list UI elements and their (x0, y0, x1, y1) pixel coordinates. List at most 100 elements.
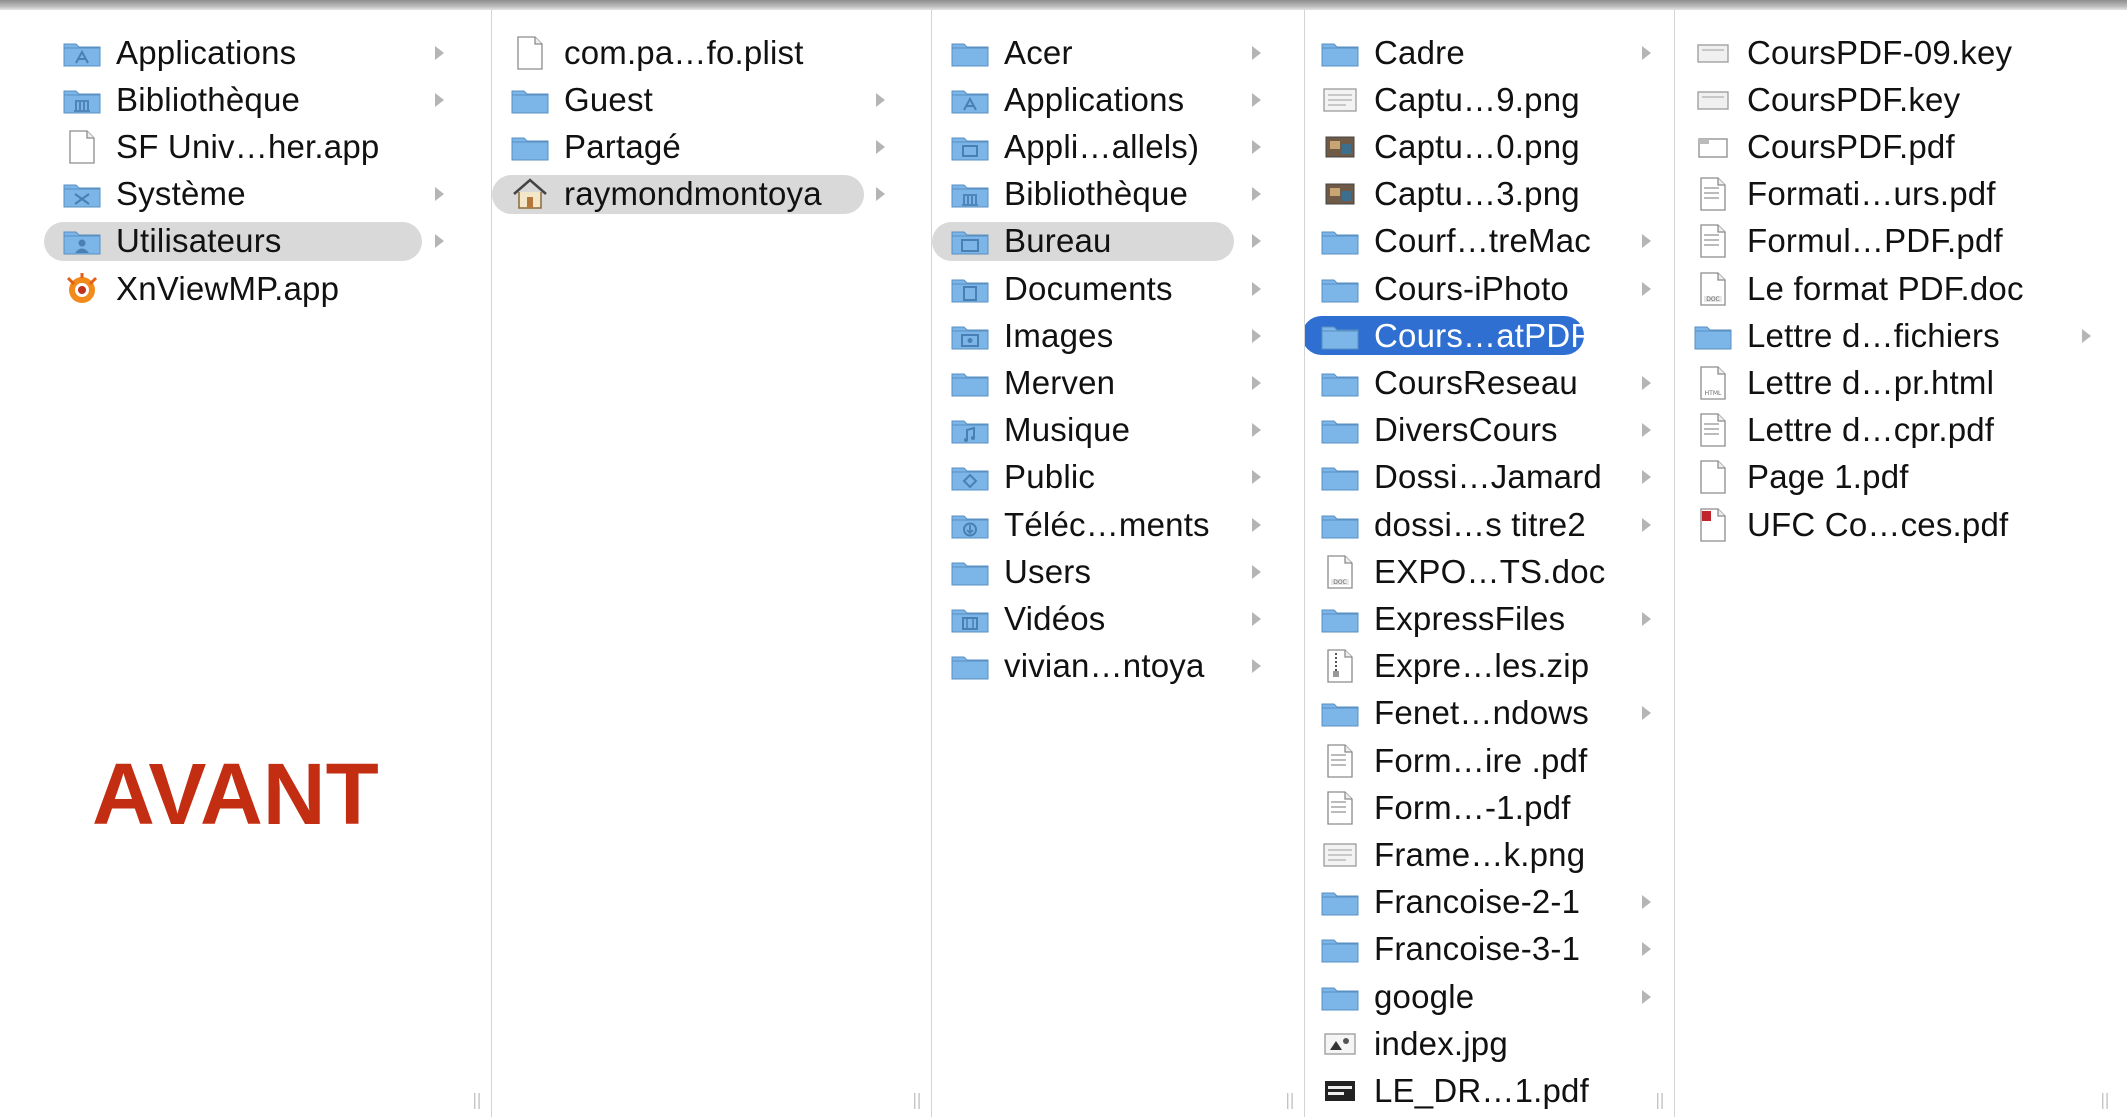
list-item[interactable]: Expre…les.zip (1305, 646, 1674, 687)
list-item[interactable]: google (1305, 976, 1674, 1017)
list-item[interactable]: dossi…s titre2 (1305, 504, 1674, 545)
list-item[interactable]: XnViewMP.app (0, 268, 491, 309)
item-label: Cadre (1374, 33, 1465, 71)
list-item[interactable]: DiversCours (1305, 410, 1674, 451)
list-item[interactable]: Bureau (932, 221, 1304, 262)
list-item[interactable]: Lettre d…cpr.pdf (1675, 410, 2127, 451)
folder-icon (1318, 886, 1362, 918)
list-item[interactable]: UFC Co…ces.pdf (1675, 504, 2127, 545)
list-item[interactable]: Formati…urs.pdf (1675, 174, 2127, 215)
list-item[interactable]: CoursPDF.key (1675, 79, 2127, 120)
folder-icon (948, 37, 992, 69)
pdf-file-icon (1691, 224, 1735, 258)
item-label: Système (116, 175, 246, 213)
pdf-file-icon (1318, 791, 1362, 825)
list-item[interactable]: Bibliothèque (0, 79, 491, 120)
item-label: Francoise-2-1 (1374, 883, 1581, 921)
item-label: Francoise-3-1 (1374, 930, 1581, 968)
folder-icon (1318, 981, 1362, 1013)
list-item[interactable]: Utilisateurs (0, 221, 491, 262)
column-utilisateurs[interactable]: com.pa…fo.plist Guest Partagé raymondmon… (492, 10, 932, 1117)
item-label: Partagé (564, 127, 681, 165)
list-item[interactable]: Captu…9.png (1305, 79, 1674, 120)
list-item[interactable]: Cadre (1305, 32, 1674, 73)
list-item[interactable]: Musique (932, 410, 1304, 451)
blank-pdf-file-icon (1691, 460, 1735, 494)
list-item[interactable]: Acer (932, 32, 1304, 73)
list-item[interactable]: Appli…allels) (932, 126, 1304, 167)
column-coursformatpdf[interactable]: CoursPDF-09.key CoursPDF.key CoursPDF.pdf … (1675, 10, 2127, 1117)
list-item[interactable]: Système (0, 174, 491, 215)
list-item[interactable]: SF Univ…her.app (0, 126, 491, 167)
list-item[interactable]: Merven (932, 362, 1304, 403)
public-folder-icon (948, 461, 992, 493)
list-item[interactable]: CoursPDF-09.key (1675, 32, 2127, 73)
item-label: CoursReseau (1374, 363, 1578, 401)
folder-icon (508, 84, 552, 116)
item-label: dossi…s titre2 (1374, 505, 1586, 543)
list-item[interactable]: DOC EXPO…TS.doc (1305, 551, 1674, 592)
pdf-preview-file-icon (1691, 131, 1735, 163)
list-item[interactable]: Bibliothèque (932, 174, 1304, 215)
list-item[interactable]: ExpressFiles (1305, 598, 1674, 639)
list-item[interactable]: Users (932, 551, 1304, 592)
folder-icon (1318, 933, 1362, 965)
folder-icon (1318, 37, 1362, 69)
column-home[interactable]: Acer Applications Appli…allels) Biblioth… (932, 10, 1305, 1117)
column-root[interactable]: Applications Bibliothèque SF Univ…her.ap… (0, 10, 492, 1117)
list-item[interactable]: Images (932, 315, 1304, 356)
parallels-folder-icon (948, 131, 992, 163)
list-item[interactable]: Page 1.pdf (1675, 457, 2127, 498)
pdf-file-icon (1691, 177, 1735, 211)
list-item[interactable]: Cours-iPhoto (1305, 268, 1674, 309)
list-item[interactable]: Captu…3.png (1305, 174, 1674, 215)
list-item[interactable]: Téléc…ments (932, 504, 1304, 545)
list-item[interactable]: DOC Le format PDF.doc (1675, 268, 2127, 309)
list-item[interactable]: Francoise-2-1 (1305, 882, 1674, 923)
list-item[interactable]: Cours…atPDF (1305, 315, 1674, 356)
list-item[interactable]: Francoise-3-1 (1305, 929, 1674, 970)
list-item[interactable]: Public (932, 457, 1304, 498)
list-item[interactable]: Fenet…ndows (1305, 693, 1674, 734)
folder-icon (1318, 461, 1362, 493)
desktop-folder-icon (948, 225, 992, 257)
disclosure-arrow-icon (1252, 92, 1261, 107)
list-item[interactable]: index.jpg (1305, 1023, 1674, 1064)
folder-icon (1318, 509, 1362, 541)
list-item[interactable]: Documents (932, 268, 1304, 309)
png-file-icon (1318, 839, 1362, 871)
list-item[interactable]: Guest (492, 79, 931, 120)
item-label: Lettre d…fichiers (1747, 316, 2000, 354)
column-bureau[interactable]: Cadre Captu…9.png Captu…0.png Captu…3.png C… (1305, 10, 1675, 1117)
list-item[interactable]: Form…-1.pdf (1305, 787, 1674, 828)
column-resize-handle[interactable]: || (1285, 1090, 1295, 1109)
list-item[interactable]: Vidéos (932, 598, 1304, 639)
list-item[interactable]: Partagé (492, 126, 931, 167)
column-resize-handle[interactable]: || (1655, 1090, 1665, 1109)
list-item[interactable]: Applications (0, 32, 491, 73)
list-item[interactable]: Captu…0.png (1305, 126, 1674, 167)
list-item[interactable]: Form…ire .pdf (1305, 740, 1674, 781)
item-label: CoursPDF-09.key (1747, 33, 2013, 71)
list-item[interactable]: com.pa…fo.plist (492, 32, 931, 73)
list-item[interactable]: Lettre d…fichiers (1675, 315, 2127, 356)
list-item[interactable]: CoursPDF.pdf (1675, 126, 2127, 167)
list-item[interactable]: vivian…ntoya (932, 646, 1304, 687)
column-resize-handle[interactable]: || (2100, 1090, 2110, 1109)
column-resize-handle[interactable]: || (472, 1090, 482, 1109)
folder-icon (1318, 697, 1362, 729)
item-label: Applications (116, 33, 297, 71)
list-item[interactable]: LE_DR…1.pdf (1305, 1070, 1674, 1111)
column-resize-handle[interactable]: || (912, 1090, 922, 1109)
list-item[interactable]: HTML Lettre d…pr.html (1675, 362, 2127, 403)
list-item[interactable]: raymondmontoya (492, 174, 931, 215)
item-label: vivian…ntoya (1004, 647, 1205, 685)
list-item[interactable]: Applications (932, 79, 1304, 120)
list-item[interactable]: CoursReseau (1305, 362, 1674, 403)
list-item[interactable]: Courf…treMac (1305, 221, 1674, 262)
list-item[interactable]: Dossi…Jamard (1305, 457, 1674, 498)
item-label: raymondmontoya (564, 175, 822, 213)
item-label: Utilisateurs (116, 222, 282, 260)
list-item[interactable]: Formul…PDF.pdf (1675, 221, 2127, 262)
list-item[interactable]: Frame…k.png (1305, 834, 1674, 875)
